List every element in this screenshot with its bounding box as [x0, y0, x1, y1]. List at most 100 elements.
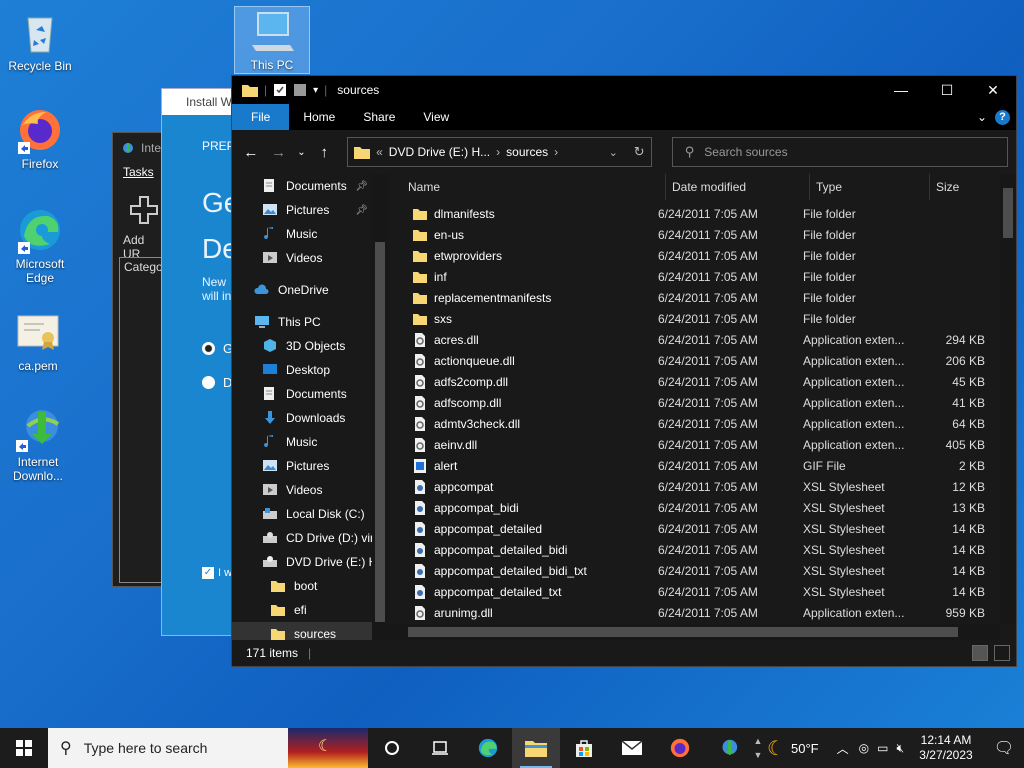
properties-icon[interactable] [273, 83, 287, 97]
nav-item[interactable]: Documents 📌︎ [232, 174, 388, 198]
file-list-vertical-scrollbar[interactable] [1000, 174, 1016, 624]
nav-item[interactable]: This PC [232, 310, 388, 334]
file-row[interactable]: arunimg.dll 6/24/2011 7:05 AM Application … [388, 602, 1016, 623]
notification-center-icon[interactable]: 🗨︎ [984, 738, 1024, 758]
file-list-pane[interactable]: Name Date modified Type Size dlmanifests… [388, 174, 1016, 640]
desktop-icon-firefox[interactable]: Firefox [2, 106, 78, 171]
nav-pane-scrollbar[interactable] [372, 174, 388, 640]
nav-item[interactable]: Desktop [232, 358, 388, 382]
up-arrow-icon[interactable]: ↑ [313, 144, 335, 161]
address-dropdown-icon[interactable]: ⌄ [609, 146, 618, 159]
nav-item[interactable]: 3D Objects [232, 334, 388, 358]
taskbar-store-button[interactable] [560, 728, 608, 768]
idm-window-background[interactable]: Inte Tasks Add UR Categor [112, 132, 167, 587]
nav-item[interactable]: Pictures [232, 454, 388, 478]
show-hidden-icons-chevron-icon[interactable]: ︿ [837, 740, 849, 757]
search-highlight-image[interactable]: ☾ [288, 728, 368, 768]
desktop-icon-ca-pem[interactable]: ca.pem [0, 308, 76, 373]
task-view-button[interactable] [368, 728, 416, 768]
taskbar-mail-button[interactable] [608, 728, 656, 768]
refresh-icon[interactable]: ↻ [634, 144, 645, 160]
search-box[interactable]: ⚲ Search sources [671, 137, 1009, 167]
nav-item[interactable]: CD Drive (D:) virt [232, 526, 388, 550]
install-checkbox[interactable]: ✓ I w [202, 567, 232, 579]
help-icon[interactable]: ? [995, 109, 1010, 125]
volume-muted-icon[interactable]: 🔇︎ [896, 741, 904, 756]
install-window-background[interactable]: Install W PREPA Ge De New will in G D ✓ … [161, 88, 242, 636]
pin-icon[interactable]: 📌︎ [355, 181, 368, 192]
file-row[interactable]: alert 6/24/2011 7:05 AM GIF File 2 KB [388, 455, 1016, 476]
explorer-titlebar[interactable]: | ▾ | sources — ☐ ✕ [232, 76, 1016, 104]
nav-item[interactable]: OneDrive [232, 278, 388, 302]
nav-item[interactable]: Music [232, 430, 388, 454]
navigation-pane[interactable]: Documents 📌︎ Pictures 📌︎ Music Videos OneDrive… [232, 174, 388, 646]
nav-scrollbar-thumb[interactable] [375, 242, 385, 622]
meet-now-icon[interactable]: ◎ [859, 741, 869, 755]
nav-item[interactable]: Local Disk (C:) [232, 502, 388, 526]
breadcrumb-folder[interactable]: sources [506, 145, 548, 159]
nav-item[interactable]: DVD Drive (E:) H [232, 550, 388, 574]
file-explorer-window[interactable]: | ▾ | sources — ☐ ✕ File Home Share View… [231, 75, 1017, 667]
column-header-date[interactable]: Date modified [666, 174, 810, 200]
search-input[interactable]: Search sources [704, 145, 787, 159]
file-row[interactable]: aeinv.dll 6/24/2011 7:05 AM Application ex… [388, 434, 1016, 455]
taskbar-overflow-scroll[interactable]: ▲ ▼ [752, 734, 764, 762]
file-row[interactable]: inf 6/24/2011 7:05 AM File folder [388, 266, 1016, 287]
taskbar-file-explorer-button[interactable] [512, 728, 560, 768]
expand-ribbon-icon[interactable]: ⌄ [977, 110, 987, 124]
nav-item[interactable]: boot [232, 574, 388, 598]
start-button[interactable] [0, 728, 48, 768]
taskbar-search-box[interactable]: ⚲ Type here to search [48, 728, 288, 768]
file-row[interactable]: appcompat_bidi 6/24/2011 7:05 AM XSL Style… [388, 497, 1016, 518]
nav-item[interactable]: Videos [232, 246, 388, 270]
recent-locations-icon[interactable]: ⌄ [296, 147, 308, 158]
file-row[interactable]: appcompat_detailed_bidi 6/24/2011 7:05 AM… [388, 539, 1016, 560]
details-view-icon[interactable] [972, 645, 988, 661]
file-row[interactable]: en-us 6/24/2011 7:05 AM File folder [388, 224, 1016, 245]
weather-temperature[interactable]: 50°F [791, 741, 819, 756]
column-header-size[interactable]: Size [930, 174, 1002, 200]
address-bar[interactable]: « DVD Drive (E:) H... › sources › ⌄ ↻ [347, 137, 652, 167]
network-icon[interactable]: ▭ [877, 741, 888, 755]
file-list-horizontal-scrollbar[interactable] [388, 624, 1000, 640]
vertical-scrollbar-thumb[interactable] [1003, 188, 1013, 238]
idm-tasks-menu[interactable]: Tasks [123, 165, 154, 179]
breadcrumb-chevron-icon[interactable]: › [496, 145, 500, 159]
nav-item[interactable]: Pictures 📌︎ [232, 198, 388, 222]
file-row[interactable]: adfscomp.dll 6/24/2011 7:05 AM Application… [388, 392, 1016, 413]
customize-toolbar-icon[interactable]: ▾ [313, 85, 318, 96]
taskbar-firefox-button[interactable] [656, 728, 704, 768]
clock[interactable]: 12:14 AM 3/27/2023 [908, 733, 984, 763]
close-icon[interactable]: ✕ [970, 76, 1016, 104]
ribbon-tab-view[interactable]: View [409, 104, 463, 130]
new-folder-icon[interactable] [293, 83, 307, 97]
breadcrumb-chevron-icon[interactable]: › [554, 145, 558, 159]
breadcrumb-drive[interactable]: DVD Drive (E:) H... [389, 145, 490, 159]
file-row[interactable]: adfs2comp.dll 6/24/2011 7:05 AM Applicatio… [388, 371, 1016, 392]
file-row[interactable]: appcompat_detailed_bidi_txt 6/24/2011 7:0… [388, 560, 1016, 581]
file-row[interactable]: appcompat_detailed 6/24/2011 7:05 AM XSL S… [388, 518, 1016, 539]
ribbon-tab-share[interactable]: Share [349, 104, 409, 130]
taskbar-edge-button[interactable] [464, 728, 512, 768]
nav-item[interactable]: Downloads [232, 406, 388, 430]
file-row[interactable]: sxs 6/24/2011 7:05 AM File folder [388, 308, 1016, 329]
nav-item[interactable]: efi [232, 598, 388, 622]
file-row[interactable]: appcompat_detailed_txt 6/24/2011 7:05 AM X… [388, 581, 1016, 602]
maximize-icon[interactable]: ☐ [924, 76, 970, 104]
forward-arrow-icon[interactable]: → [268, 144, 290, 161]
horizontal-scrollbar-thumb[interactable] [408, 627, 958, 637]
desktop-icon-edge[interactable]: Microsoft Edge [2, 206, 78, 285]
nav-item[interactable]: Videos [232, 478, 388, 502]
back-arrow-icon[interactable]: ← [240, 144, 262, 161]
desktop-icon-idm[interactable]: Internet Downlo... [0, 404, 76, 483]
task-view-icon[interactable] [416, 728, 464, 768]
file-row[interactable]: replacementmanifests 6/24/2011 7:05 AM Fil… [388, 287, 1016, 308]
column-header-type[interactable]: Type [810, 174, 930, 200]
install-radio-option-2[interactable]: D [202, 375, 232, 390]
taskbar-search-input[interactable]: Type here to search [84, 740, 208, 756]
file-row[interactable]: appcompat 6/24/2011 7:05 AM XSL Stylesheet… [388, 476, 1016, 497]
ribbon-tab-file[interactable]: File [232, 104, 290, 130]
breadcrumb-overflow[interactable]: « [376, 145, 383, 159]
pin-icon[interactable]: 📌︎ [355, 205, 368, 216]
taskbar-idm-button[interactable] [704, 728, 752, 768]
